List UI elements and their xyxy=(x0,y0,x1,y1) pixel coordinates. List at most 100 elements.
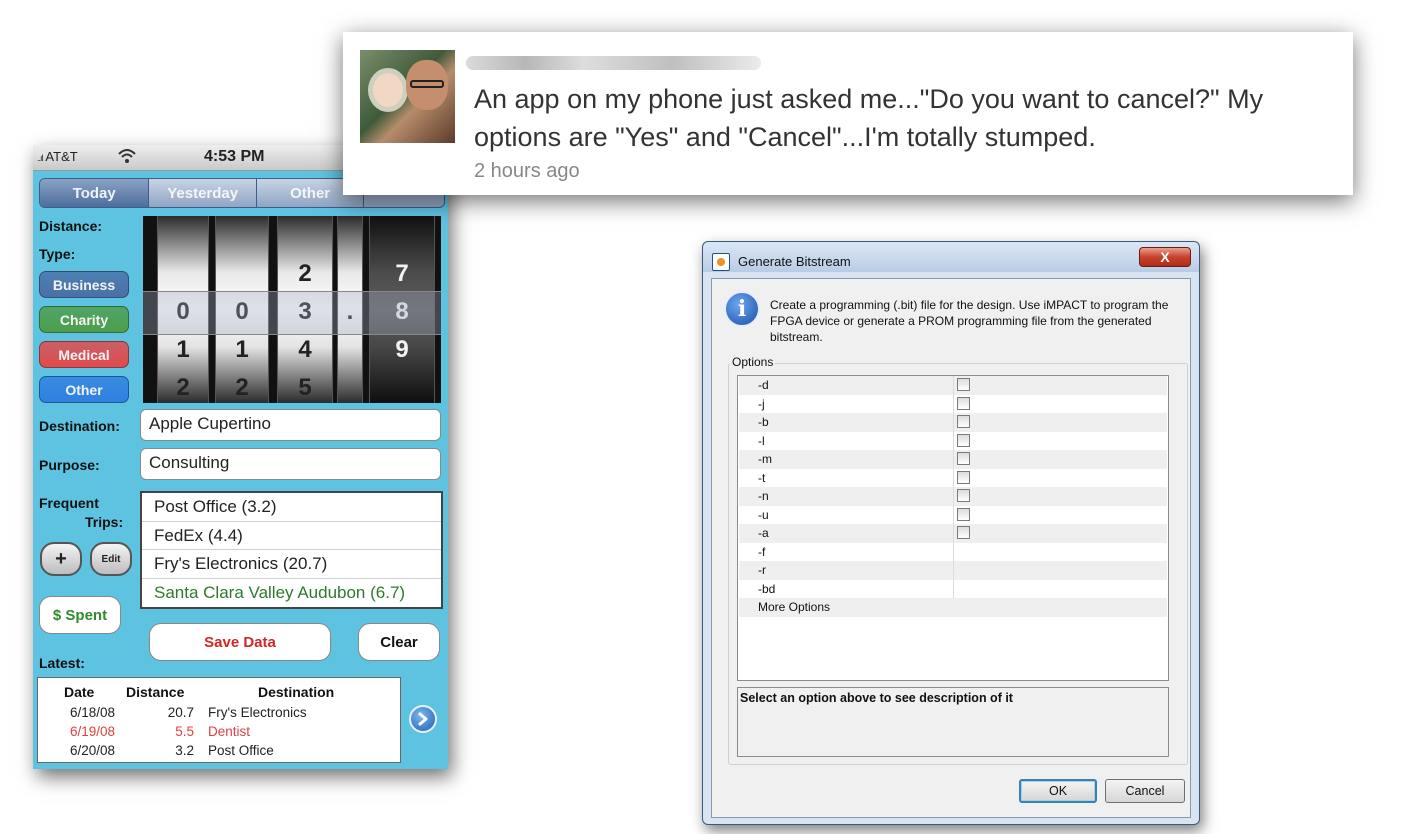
picker-digit: 2 xyxy=(298,260,312,287)
add-trip-button[interactable]: + xyxy=(40,542,82,576)
ok-button[interactable]: OK xyxy=(1019,779,1097,803)
clock: 4:53 PM xyxy=(204,148,265,165)
option-row[interactable]: -t xyxy=(739,468,1167,487)
option-name: -r xyxy=(758,563,766,577)
signal-strength-icon: ..ıl xyxy=(37,153,43,163)
option-checkbox[interactable] xyxy=(957,396,970,410)
row-destination: Post Office xyxy=(208,743,274,758)
clear-button[interactable]: Clear xyxy=(358,623,440,661)
option-name: -n xyxy=(758,489,769,503)
type-medical-button[interactable]: Medical xyxy=(39,341,129,368)
column-divider xyxy=(953,524,954,543)
column-divider xyxy=(953,450,954,469)
option-name: -d xyxy=(758,378,769,392)
dialog-body: i Create a programming (.bit) file for t… xyxy=(711,278,1191,818)
avatar-baby-face xyxy=(368,68,408,112)
option-checkbox[interactable] xyxy=(957,507,970,521)
close-button[interactable]: X xyxy=(1139,247,1191,267)
option-row[interactable]: -l xyxy=(739,431,1167,450)
option-checkbox[interactable] xyxy=(957,433,970,447)
dialog-titlebar: Generate Bitstream X xyxy=(703,242,1199,272)
option-name: -l xyxy=(758,433,765,448)
description-text: Select an option above to see descriptio… xyxy=(740,691,1013,705)
option-row[interactable]: -b xyxy=(739,413,1167,432)
option-row[interactable]: -j xyxy=(739,394,1167,413)
social-post: An app on my phone just asked me..."Do y… xyxy=(343,32,1353,195)
option-checkbox[interactable] xyxy=(957,470,970,484)
col-header-date: Date xyxy=(64,684,95,700)
destination-field[interactable]: Apple Cupertino xyxy=(140,409,441,441)
info-icon: i xyxy=(724,291,760,327)
option-checkbox[interactable] xyxy=(957,489,970,502)
column-divider xyxy=(953,579,954,598)
segment-yesterday[interactable]: Yesterday xyxy=(149,179,257,207)
option-checkbox[interactable] xyxy=(957,415,970,428)
option-row[interactable]: -n xyxy=(739,487,1167,506)
type-business-button[interactable]: Business xyxy=(39,271,129,298)
option-row[interactable]: -u xyxy=(739,505,1167,524)
latest-trips-table: Date Distance Destination 6/18/08 20.7 F… xyxy=(37,677,401,763)
trip-item[interactable]: Post Office (3.2) xyxy=(142,493,441,522)
option-row[interactable]: -r xyxy=(739,561,1167,580)
column-divider xyxy=(953,487,954,506)
latest-label: Latest: xyxy=(39,655,85,671)
type-charity-button[interactable]: Charity xyxy=(39,306,129,333)
option-name: More Options xyxy=(758,600,831,614)
carrier-name: AT&T xyxy=(45,149,78,164)
option-row[interactable]: -a xyxy=(739,524,1167,543)
picker-digit: 7 xyxy=(395,260,409,287)
option-checkbox[interactable] xyxy=(957,526,970,539)
row-destination: Fry's Electronics xyxy=(208,705,307,720)
option-row[interactable]: More Options xyxy=(739,598,1167,617)
row-date: 6/20/08 xyxy=(70,743,116,758)
row-date: 6/18/08 xyxy=(70,705,116,720)
app-icon xyxy=(712,253,730,271)
option-checkbox[interactable] xyxy=(957,378,970,391)
picker-digit: 1 xyxy=(176,336,190,363)
trip-item[interactable]: Fry's Electronics (20.7) xyxy=(142,550,441,579)
avatar-glasses xyxy=(410,80,444,88)
distance-picker-wheel[interactable]: 0 1 2 0 1 2 2 3 4 5 . 7 8 9 xyxy=(143,216,441,403)
purpose-field[interactable]: Consulting xyxy=(140,448,441,480)
description-box: Select an option above to see descriptio… xyxy=(737,687,1169,757)
post-text: An app on my phone just asked me..."Do y… xyxy=(474,84,1264,152)
picker-digit: 1 xyxy=(235,336,249,363)
col-header-distance: Distance xyxy=(126,684,185,700)
picker-digit: 2 xyxy=(176,374,190,401)
frequent-label: Frequent xyxy=(39,495,99,511)
detail-disclosure-icon[interactable] xyxy=(409,705,437,733)
option-row[interactable]: -d xyxy=(739,376,1167,395)
spent-button[interactable]: $ Spent xyxy=(39,596,121,634)
row-date: 6/19/08 xyxy=(70,724,116,739)
type-other-button[interactable]: Other xyxy=(39,376,129,403)
options-table: -d -j -b -l -m -t -n -u -a -f -r -bd More Options xyxy=(737,375,1169,681)
option-row[interactable]: -bd xyxy=(739,579,1167,598)
type-label: Type: xyxy=(39,246,76,262)
option-name: -f xyxy=(758,544,766,559)
blurred-username xyxy=(466,56,761,70)
trips-label: Trips: xyxy=(85,514,124,530)
picker-selection-band xyxy=(143,291,441,335)
cancel-button[interactable]: Cancel xyxy=(1105,779,1185,803)
row-destination: Dentist xyxy=(208,724,251,739)
edit-trips-button[interactable]: Edit xyxy=(90,542,132,576)
picker-digit: 2 xyxy=(235,374,249,401)
column-divider xyxy=(953,431,954,450)
option-name: -m xyxy=(758,452,772,466)
distance-label: Distance: xyxy=(39,218,103,234)
post-timestamp[interactable]: 2 hours ago xyxy=(474,160,580,183)
option-row[interactable]: -m xyxy=(739,450,1167,469)
row-distance: 5.5 xyxy=(175,724,194,739)
picker-digit: 5 xyxy=(298,374,312,401)
picker-digit: 9 xyxy=(395,336,409,363)
save-data-button[interactable]: Save Data xyxy=(149,623,331,661)
trip-item[interactable]: FedEx (4.4) xyxy=(142,522,441,550)
option-name: -bd xyxy=(758,581,776,596)
purpose-label: Purpose: xyxy=(39,457,100,473)
option-row[interactable]: -f xyxy=(739,542,1167,561)
segment-today[interactable]: Today xyxy=(40,179,150,207)
option-checkbox[interactable] xyxy=(957,452,970,465)
trip-item-selected[interactable]: Santa Clara Valley Audubon (6.7) xyxy=(142,579,441,608)
dialog-title: Generate Bitstream xyxy=(738,254,851,269)
row-distance: 20.7 xyxy=(167,705,194,720)
